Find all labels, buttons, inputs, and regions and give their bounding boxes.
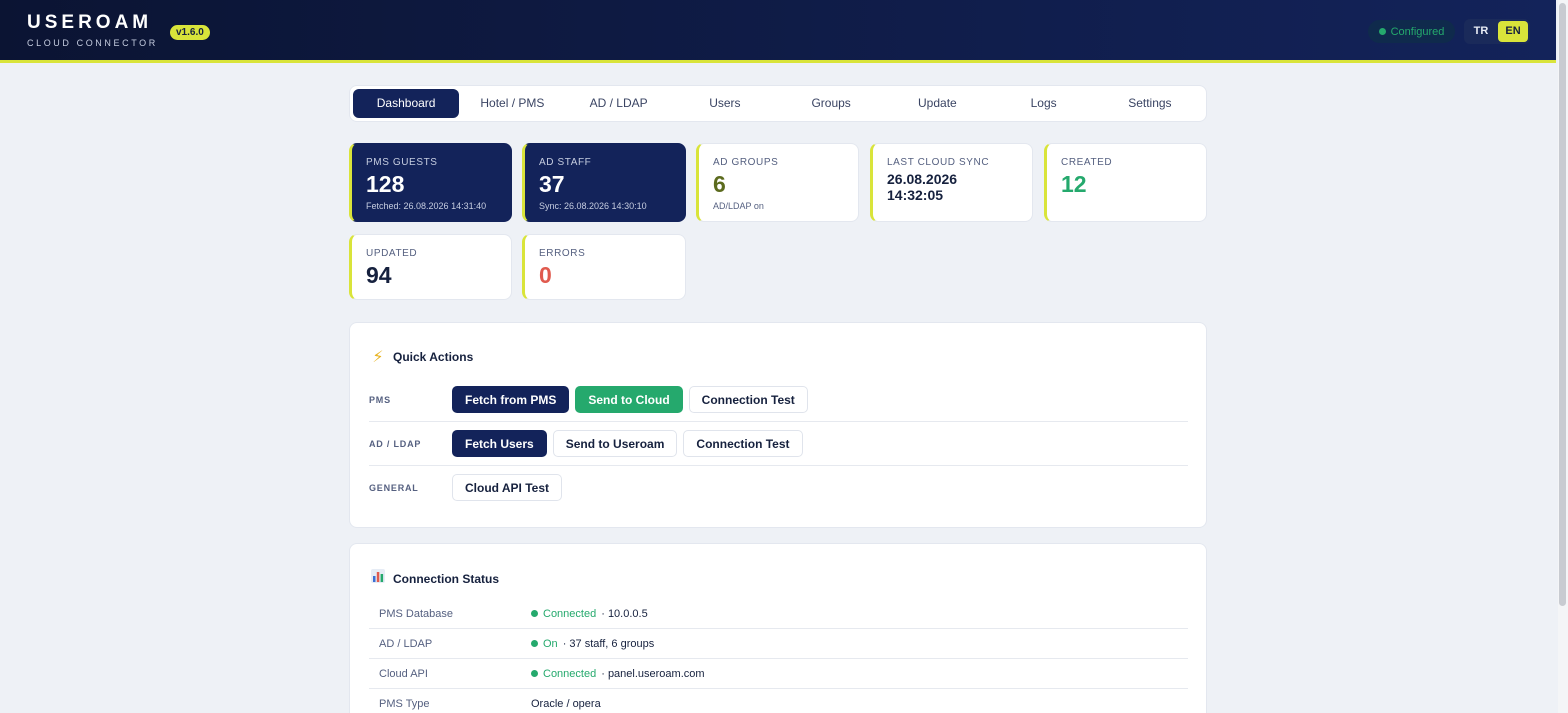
quick-actions-panel: ⚡ Quick Actions PMS Fetch from PMS Send … bbox=[349, 322, 1207, 528]
tab-dashboard[interactable]: Dashboard bbox=[353, 89, 460, 118]
scrollbar-thumb[interactable] bbox=[1559, 3, 1566, 606]
status-row-pms-type: PMS Type Oracle / opera bbox=[369, 689, 1188, 713]
lightning-icon: ⚡ bbox=[372, 349, 384, 366]
send-to-cloud-button[interactable]: Send to Cloud bbox=[575, 386, 683, 413]
connected-dot-icon bbox=[531, 670, 538, 677]
connection-status-heading: Connection Status bbox=[393, 571, 500, 586]
send-to-useroam-button[interactable]: Send to Useroam bbox=[552, 430, 678, 457]
stat-value: 37 bbox=[539, 171, 565, 197]
status-key: AD / LDAP bbox=[379, 637, 433, 650]
last-sync-time: 14:32:05 bbox=[887, 187, 944, 203]
status-value: Connected · 10.0.0.5 bbox=[531, 608, 648, 620]
status-key: PMS Database bbox=[379, 607, 453, 620]
general-actions-row: GENERAL Cloud API Test bbox=[369, 474, 1188, 501]
brand-subtitle: CLOUD CONNECTOR bbox=[27, 38, 158, 48]
connection-status-title: Connection Status bbox=[369, 568, 499, 589]
status-key: PMS Type bbox=[379, 698, 430, 710]
stat-card-last-sync: LAST CLOUD SYNC 26.08.2026 14:32:05 bbox=[870, 143, 1033, 222]
fetch-users-button[interactable]: Fetch Users bbox=[452, 430, 547, 457]
pms-actions-row: PMS Fetch from PMS Send to Cloud Connect… bbox=[369, 386, 1188, 413]
status-state: Connected bbox=[543, 667, 597, 680]
stat-label: UPDATED bbox=[366, 248, 418, 259]
brand-logo: USEROAM CLOUD CONNECTOR bbox=[27, 12, 158, 48]
status-detail: · panel.useroam.com bbox=[601, 667, 705, 680]
stat-value: 128 bbox=[366, 171, 405, 197]
status-value: On · 37 staff, 6 groups bbox=[531, 638, 654, 650]
status-detail: · 10.0.0.5 bbox=[601, 607, 648, 620]
row-label-general: GENERAL bbox=[369, 482, 419, 493]
main-nav: Dashboard Hotel / PMS AD / LDAP Users Gr… bbox=[349, 85, 1207, 122]
tab-groups[interactable]: Groups bbox=[778, 89, 884, 118]
tab-ad-ldap[interactable]: AD / LDAP bbox=[566, 89, 672, 118]
stat-value: 94 bbox=[366, 262, 392, 288]
quick-actions-title: ⚡ Quick Actions bbox=[369, 347, 473, 367]
quick-actions-heading: Quick Actions bbox=[393, 350, 474, 364]
tab-users[interactable]: Users bbox=[672, 89, 778, 118]
stat-value: 12 bbox=[1061, 171, 1087, 197]
row-divider bbox=[369, 421, 1188, 422]
stat-card-ad-groups: AD GROUPS 6 AD/LDAP on bbox=[696, 143, 859, 222]
connected-dot-icon bbox=[531, 640, 538, 647]
version-badge: v1.6.0 bbox=[170, 25, 210, 40]
stat-sub: Fetched: 26.08.2026 14:31:40 bbox=[366, 201, 487, 211]
brand-name: USEROAM bbox=[27, 12, 153, 33]
connection-status-panel: Connection Status PMS Database Connected… bbox=[349, 543, 1207, 713]
status-row-cloud-api: Cloud API Connected · panel.useroam.com bbox=[369, 659, 1188, 689]
row-label-pms: PMS bbox=[369, 394, 391, 405]
last-sync-date: 26.08.2026 bbox=[887, 171, 958, 187]
language-switcher: TR EN bbox=[1464, 19, 1530, 44]
stat-label: ERRORS bbox=[539, 248, 586, 259]
config-status-text: Configured bbox=[1390, 25, 1445, 38]
status-row-ad-ldap: AD / LDAP On · 37 staff, 6 groups bbox=[369, 629, 1188, 659]
status-row-pms-database: PMS Database Connected · 10.0.0.5 bbox=[369, 599, 1188, 629]
stat-card-updated: UPDATED 94 bbox=[349, 234, 512, 300]
stat-label: AD GROUPS bbox=[713, 157, 779, 168]
stat-label: LAST CLOUD SYNC bbox=[887, 157, 990, 168]
connected-dot-icon bbox=[531, 610, 538, 617]
lang-tr-button[interactable]: TR bbox=[1466, 21, 1496, 42]
status-key: Cloud API bbox=[379, 667, 428, 680]
stat-label: PMS GUESTS bbox=[366, 157, 438, 168]
tab-settings[interactable]: Settings bbox=[1097, 89, 1203, 118]
row-label-ad: AD / LDAP bbox=[369, 438, 422, 449]
fetch-from-pms-button[interactable]: Fetch from PMS bbox=[452, 386, 570, 413]
row-divider bbox=[369, 465, 1188, 466]
stat-card-pms-guests: PMS GUESTS 128 Fetched: 26.08.2026 14:31… bbox=[349, 143, 512, 222]
stat-card-errors: ERRORS 0 bbox=[522, 234, 686, 300]
cloud-api-test-button[interactable]: Cloud API Test bbox=[452, 474, 562, 501]
stat-sub: AD/LDAP on bbox=[713, 201, 764, 211]
tab-logs[interactable]: Logs bbox=[991, 89, 1097, 118]
stat-value: 0 bbox=[539, 262, 552, 288]
status-dot-icon bbox=[1378, 28, 1386, 35]
status-value: Oracle / opera bbox=[531, 698, 601, 710]
status-value: Connected · panel.useroam.com bbox=[531, 668, 705, 680]
stat-label: AD STAFF bbox=[539, 157, 592, 168]
status-state: Connected bbox=[543, 607, 597, 620]
stat-card-ad-staff: AD STAFF 37 Sync: 26.08.2026 14:30:10 bbox=[522, 143, 686, 222]
stat-value: 6 bbox=[713, 171, 726, 197]
status-state: On bbox=[543, 637, 558, 650]
bar-chart-icon bbox=[369, 568, 387, 589]
app-header: USEROAM CLOUD CONNECTOR v1.6.0 Configure… bbox=[0, 0, 1556, 63]
stat-card-created: CREATED 12 bbox=[1044, 143, 1207, 222]
lang-en-button[interactable]: EN bbox=[1498, 21, 1528, 42]
ad-connection-test-button[interactable]: Connection Test bbox=[683, 430, 803, 457]
pms-connection-test-button[interactable]: Connection Test bbox=[688, 386, 808, 413]
status-detail: Oracle / opera bbox=[531, 698, 601, 710]
stat-sub: Sync: 26.08.2026 14:30:10 bbox=[539, 201, 647, 211]
tab-update[interactable]: Update bbox=[884, 89, 990, 118]
tab-hotel-pms[interactable]: Hotel / PMS bbox=[459, 89, 565, 118]
ad-actions-row: AD / LDAP Fetch Users Send to Useroam Co… bbox=[369, 430, 1188, 457]
config-status-badge: Configured bbox=[1368, 20, 1455, 43]
stat-label: CREATED bbox=[1061, 157, 1113, 168]
status-detail: · 37 staff, 6 groups bbox=[562, 637, 655, 650]
